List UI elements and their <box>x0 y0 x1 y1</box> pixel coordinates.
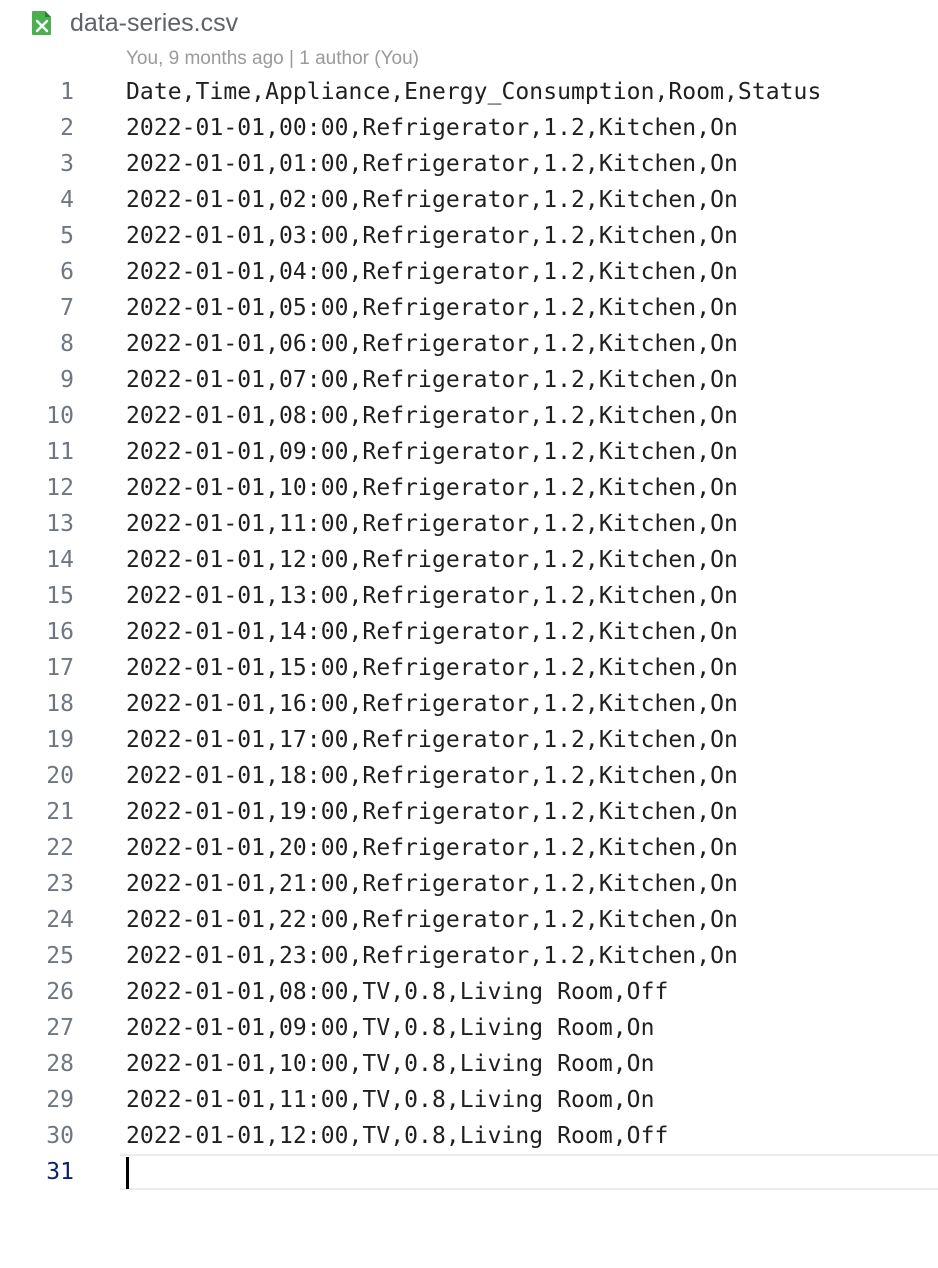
line-text[interactable]: 2022-01-01,10:00,TV,0.8,Living Room,On <box>126 1046 654 1082</box>
code-editor[interactable]: 1 Date,Time,Appliance,Energy_Consumption,… <box>0 74 938 1190</box>
line-number: 10 <box>46 403 74 429</box>
line-number: 25 <box>46 943 74 969</box>
line-number: 24 <box>46 907 74 933</box>
line-text[interactable]: 2022-01-01,09:00,TV,0.8,Living Room,On <box>126 1010 654 1046</box>
blame-annotation[interactable]: You, 9 months ago | 1 author (You) <box>126 47 419 71</box>
line-text[interactable]: 2022-01-01,04:00,Refrigerator,1.2,Kitche… <box>126 254 738 290</box>
line-text[interactable]: 2022-01-01,11:00,TV,0.8,Living Room,On <box>126 1082 654 1118</box>
code-line[interactable]: 26 2022-01-01,08:00,TV,0.8,Living Room,Of… <box>0 974 938 1010</box>
code-line[interactable]: 31 <box>0 1154 938 1190</box>
line-text[interactable]: 2022-01-01,10:00,Refrigerator,1.2,Kitche… <box>126 470 738 506</box>
line-number: 23 <box>46 871 74 897</box>
line-text[interactable]: 2022-01-01,08:00,TV,0.8,Living Room,Off <box>126 974 668 1010</box>
code-line[interactable]: 10 2022-01-01,08:00,Refrigerator,1.2,Kitc… <box>0 398 938 434</box>
line-text[interactable]: 2022-01-01,11:00,Refrigerator,1.2,Kitche… <box>126 506 738 542</box>
code-line[interactable]: 3 2022-01-01,01:00,Refrigerator,1.2,Kitch… <box>0 146 938 182</box>
line-number: 22 <box>46 835 74 861</box>
text-cursor <box>126 1157 129 1189</box>
line-number: 5 <box>60 223 74 249</box>
line-number: 18 <box>46 691 74 717</box>
line-number: 1 <box>60 79 74 105</box>
line-number: 11 <box>46 439 74 465</box>
line-text[interactable]: 2022-01-01,09:00,Refrigerator,1.2,Kitche… <box>126 434 738 470</box>
code-line[interactable]: 1 Date,Time,Appliance,Energy_Consumption,… <box>0 74 938 110</box>
code-line[interactable]: 27 2022-01-01,09:00,TV,0.8,Living Room,On <box>0 1010 938 1046</box>
line-text[interactable]: 2022-01-01,05:00,Refrigerator,1.2,Kitche… <box>126 290 738 326</box>
line-number: 19 <box>46 727 74 753</box>
line-text[interactable]: 2022-01-01,19:00,Refrigerator,1.2,Kitche… <box>126 794 738 830</box>
editor-tab[interactable]: data-series.csv <box>0 0 938 44</box>
code-line[interactable]: 4 2022-01-01,02:00,Refrigerator,1.2,Kitch… <box>0 182 938 218</box>
line-number: 27 <box>46 1015 74 1041</box>
code-line[interactable]: 9 2022-01-01,07:00,Refrigerator,1.2,Kitch… <box>0 362 938 398</box>
line-text[interactable]: 2022-01-01,17:00,Refrigerator,1.2,Kitche… <box>126 722 738 758</box>
code-line[interactable]: 7 2022-01-01,05:00,Refrigerator,1.2,Kitch… <box>0 290 938 326</box>
code-line[interactable]: 19 2022-01-01,17:00,Refrigerator,1.2,Kitc… <box>0 722 938 758</box>
line-text[interactable]: 2022-01-01,20:00,Refrigerator,1.2,Kitche… <box>126 830 738 866</box>
line-text[interactable]: 2022-01-01,02:00,Refrigerator,1.2,Kitche… <box>126 182 738 218</box>
line-number: 15 <box>46 583 74 609</box>
line-text[interactable]: 2022-01-01,14:00,Refrigerator,1.2,Kitche… <box>126 614 738 650</box>
line-text[interactable]: 2022-01-01,07:00,Refrigerator,1.2,Kitche… <box>126 362 738 398</box>
line-text[interactable]: 2022-01-01,22:00,Refrigerator,1.2,Kitche… <box>126 902 738 938</box>
line-text[interactable]: 2022-01-01,15:00,Refrigerator,1.2,Kitche… <box>126 650 738 686</box>
code-line[interactable]: 23 2022-01-01,21:00,Refrigerator,1.2,Kitc… <box>0 866 938 902</box>
code-line[interactable]: 24 2022-01-01,22:00,Refrigerator,1.2,Kitc… <box>0 902 938 938</box>
line-number: 14 <box>46 547 74 573</box>
code-line[interactable]: 13 2022-01-01,11:00,Refrigerator,1.2,Kitc… <box>0 506 938 542</box>
code-line[interactable]: 6 2022-01-01,04:00,Refrigerator,1.2,Kitch… <box>0 254 938 290</box>
line-number: 17 <box>46 655 74 681</box>
line-number: 28 <box>46 1051 74 1077</box>
line-number: 21 <box>46 799 74 825</box>
line-number: 30 <box>46 1123 74 1149</box>
line-text[interactable]: 2022-01-01,23:00,Refrigerator,1.2,Kitche… <box>126 938 738 974</box>
code-line[interactable]: 8 2022-01-01,06:00,Refrigerator,1.2,Kitch… <box>0 326 938 362</box>
line-number: 29 <box>46 1087 74 1113</box>
line-number: 16 <box>46 619 74 645</box>
current-line-highlight <box>120 1154 938 1190</box>
line-number: 9 <box>60 367 74 393</box>
line-text[interactable]: 2022-01-01,12:00,Refrigerator,1.2,Kitche… <box>126 542 738 578</box>
code-line[interactable]: 2 2022-01-01,00:00,Refrigerator,1.2,Kitch… <box>0 110 938 146</box>
csv-file-icon <box>32 11 51 35</box>
line-number: 20 <box>46 763 74 789</box>
code-line[interactable]: 21 2022-01-01,19:00,Refrigerator,1.2,Kitc… <box>0 794 938 830</box>
code-line[interactable]: 5 2022-01-01,03:00,Refrigerator,1.2,Kitch… <box>0 218 938 254</box>
line-number: 31 <box>46 1159 74 1185</box>
line-number: 8 <box>60 331 74 357</box>
line-number: 13 <box>46 511 74 537</box>
file-name: data-series.csv <box>70 9 239 37</box>
line-text[interactable]: 2022-01-01,16:00,Refrigerator,1.2,Kitche… <box>126 686 738 722</box>
line-number: 6 <box>60 259 74 285</box>
line-text[interactable]: 2022-01-01,01:00,Refrigerator,1.2,Kitche… <box>126 146 738 182</box>
code-line[interactable]: 20 2022-01-01,18:00,Refrigerator,1.2,Kitc… <box>0 758 938 794</box>
code-line[interactable]: 29 2022-01-01,11:00,TV,0.8,Living Room,On <box>0 1082 938 1118</box>
code-line[interactable]: 16 2022-01-01,14:00,Refrigerator,1.2,Kitc… <box>0 614 938 650</box>
line-text[interactable]: 2022-01-01,06:00,Refrigerator,1.2,Kitche… <box>126 326 738 362</box>
line-number: 3 <box>60 151 74 177</box>
code-line[interactable]: 28 2022-01-01,10:00,TV,0.8,Living Room,On <box>0 1046 938 1082</box>
line-number: 7 <box>60 295 74 321</box>
line-text[interactable]: 2022-01-01,03:00,Refrigerator,1.2,Kitche… <box>126 218 738 254</box>
line-number: 12 <box>46 475 74 501</box>
line-number: 4 <box>60 187 74 213</box>
code-line[interactable]: 17 2022-01-01,15:00,Refrigerator,1.2,Kitc… <box>0 650 938 686</box>
line-number: 2 <box>60 115 74 141</box>
code-line[interactable]: 25 2022-01-01,23:00,Refrigerator,1.2,Kitc… <box>0 938 938 974</box>
code-line[interactable]: 18 2022-01-01,16:00,Refrigerator,1.2,Kitc… <box>0 686 938 722</box>
code-line[interactable]: 12 2022-01-01,10:00,Refrigerator,1.2,Kitc… <box>0 470 938 506</box>
code-line[interactable]: 30 2022-01-01,12:00,TV,0.8,Living Room,Of… <box>0 1118 938 1154</box>
line-text[interactable]: 2022-01-01,12:00,TV,0.8,Living Room,Off <box>126 1118 668 1154</box>
code-line[interactable]: 22 2022-01-01,20:00,Refrigerator,1.2,Kitc… <box>0 830 938 866</box>
line-text[interactable]: 2022-01-01,13:00,Refrigerator,1.2,Kitche… <box>126 578 738 614</box>
line-text[interactable]: 2022-01-01,18:00,Refrigerator,1.2,Kitche… <box>126 758 738 794</box>
line-text[interactable]: 2022-01-01,21:00,Refrigerator,1.2,Kitche… <box>126 866 738 902</box>
code-line[interactable]: 14 2022-01-01,12:00,Refrigerator,1.2,Kitc… <box>0 542 938 578</box>
code-line[interactable]: 11 2022-01-01,09:00,Refrigerator,1.2,Kitc… <box>0 434 938 470</box>
line-text[interactable]: 2022-01-01,00:00,Refrigerator,1.2,Kitche… <box>126 110 738 146</box>
code-line[interactable]: 15 2022-01-01,13:00,Refrigerator,1.2,Kitc… <box>0 578 938 614</box>
line-text[interactable]: Date,Time,Appliance,Energy_Consumption,R… <box>126 74 821 110</box>
line-number: 26 <box>46 979 74 1005</box>
line-text[interactable]: 2022-01-01,08:00,Refrigerator,1.2,Kitche… <box>126 398 738 434</box>
